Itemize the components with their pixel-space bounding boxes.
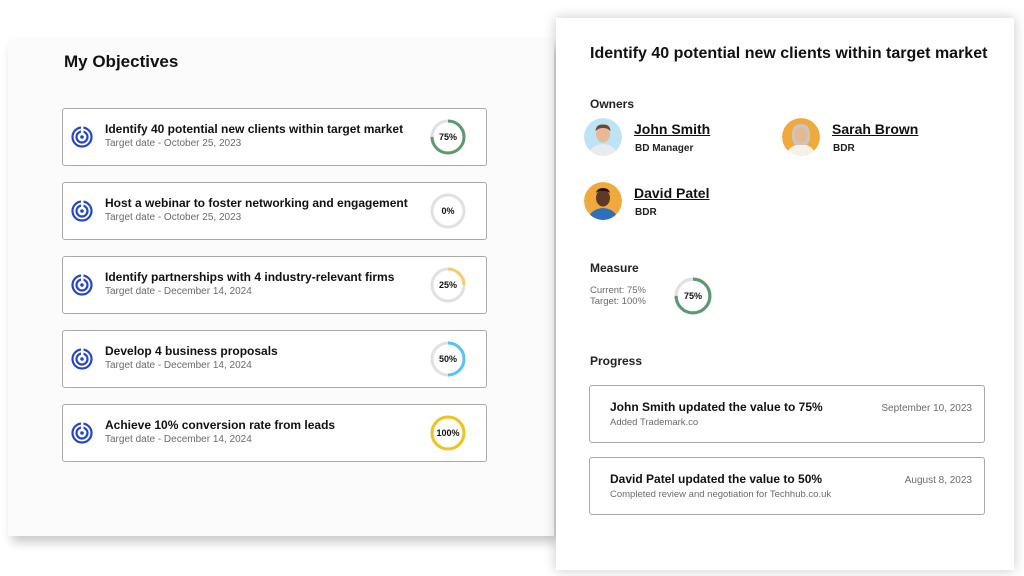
owner-name-link[interactable]: David Patel	[634, 185, 709, 201]
progress-heading: Progress	[590, 354, 643, 368]
measure-percent: 75%	[683, 291, 702, 301]
target-icon	[71, 126, 93, 148]
owner-role: BDR	[833, 143, 855, 154]
objective-title: Achieve 10% conversion rate from leads	[105, 418, 336, 432]
objective-target-date: Target date - December 14, 2024	[105, 286, 252, 297]
owner-name-link[interactable]: John Smith	[634, 121, 710, 137]
progress-percent: 25%	[438, 280, 457, 290]
target-icon	[71, 274, 93, 296]
objectives-title: My Objectives	[64, 52, 179, 71]
progress-update-card[interactable]: David Patel updated the value to 50% Com…	[589, 457, 985, 515]
objectives-panel: My Objectives Identify 40 potential new …	[8, 40, 554, 536]
measure-current: Current: 75%	[590, 285, 646, 296]
owner-name-link[interactable]: Sarah Brown	[832, 121, 918, 137]
progress-percent: 100%	[436, 428, 460, 438]
objective-title: Identify 40 potential new clients within…	[105, 122, 404, 136]
owner-david-patel: David Patel BDR	[584, 182, 774, 222]
objective-card[interactable]: Identify partnerships with 4 industry-re…	[62, 256, 487, 314]
measure-heading: Measure	[590, 261, 639, 275]
detail-title: Identify 40 potential new clients within…	[590, 45, 988, 62]
objective-title: Identify partnerships with 4 industry-re…	[105, 270, 395, 284]
update-note: Added Trademark.co	[610, 417, 699, 428]
update-date: September 10, 2023	[881, 403, 972, 414]
update-title: David Patel updated the value to 50%	[610, 472, 823, 486]
owner-john-smith: John Smith BD Manager	[584, 118, 774, 158]
avatar-david-patel	[584, 182, 622, 220]
objective-title: Host a webinar to foster networking and …	[105, 196, 408, 210]
objective-card[interactable]: Host a webinar to foster networking and …	[62, 182, 487, 240]
objective-title: Develop 4 business proposals	[105, 344, 278, 358]
owner-role: BDR	[635, 207, 657, 218]
progress-percent: 0%	[441, 206, 455, 216]
progress-percent: 75%	[438, 132, 457, 142]
update-note: Completed review and negotiation for Tec…	[610, 489, 832, 500]
owner-role: BD Manager	[635, 143, 694, 154]
objective-target-date: Target date - October 25, 2023	[105, 212, 242, 223]
objective-card[interactable]: Develop 4 business proposals Target date…	[62, 330, 487, 388]
update-title: John Smith updated the value to 75%	[610, 400, 823, 414]
measure-target: Target: 100%	[590, 296, 646, 307]
objective-card[interactable]: Identify 40 potential new clients within…	[62, 108, 487, 166]
update-date: August 8, 2023	[904, 475, 972, 486]
objective-target-date: Target date - October 25, 2023	[105, 138, 242, 149]
progress-update-card[interactable]: John Smith updated the value to 75% Adde…	[589, 385, 985, 443]
avatar-john-smith	[584, 118, 622, 156]
target-icon	[71, 422, 93, 444]
objective-detail-panel: Identify 40 potential new clients within…	[556, 18, 1014, 570]
objective-target-date: Target date - December 14, 2024	[105, 360, 252, 371]
objective-target-date: Target date - December 14, 2024	[105, 434, 252, 445]
owner-sarah-brown: Sarah Brown BDR	[782, 118, 972, 158]
avatar-sarah-brown	[782, 118, 820, 156]
target-icon	[71, 348, 93, 370]
objective-card[interactable]: Achieve 10% conversion rate from leads T…	[62, 404, 487, 462]
owners-heading: Owners	[590, 97, 635, 111]
progress-percent: 50%	[438, 354, 457, 364]
target-icon	[71, 200, 93, 222]
